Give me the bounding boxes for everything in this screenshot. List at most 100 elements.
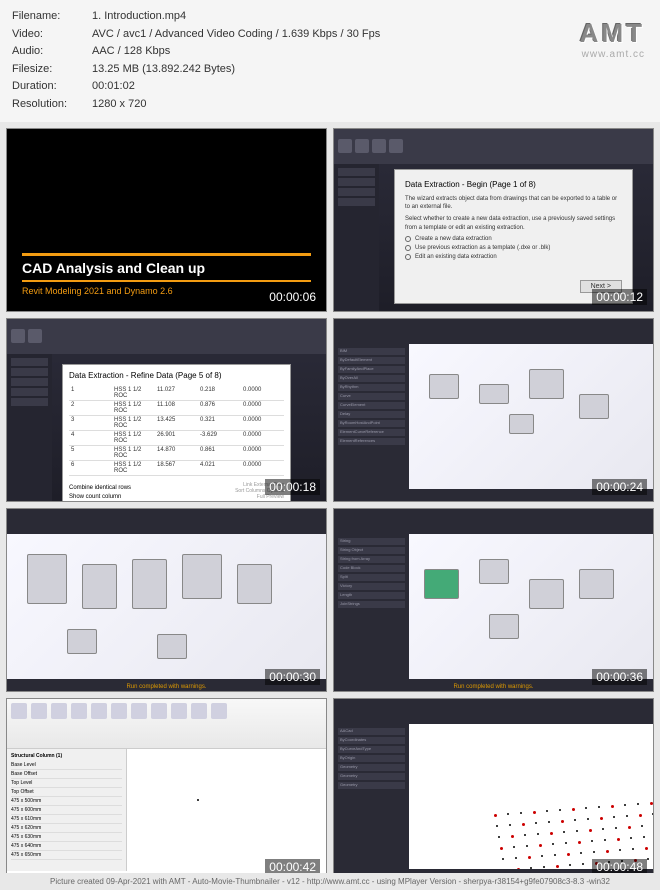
- warning-text: Run completed with warnings.: [126, 684, 206, 690]
- library-item[interactable]: AACad: [338, 728, 405, 735]
- dynamo-node[interactable]: [479, 384, 509, 404]
- library-item[interactable]: Code Block: [338, 565, 405, 572]
- dynamo-node[interactable]: [479, 559, 509, 584]
- library-item[interactable]: BIM: [338, 348, 405, 355]
- dynamo-node[interactable]: [237, 564, 272, 604]
- timestamp: 00:00:06: [265, 289, 320, 305]
- library-item[interactable]: Victory: [338, 583, 405, 590]
- dynamo-node[interactable]: [579, 569, 614, 599]
- property-item[interactable]: 475 x 610mm: [11, 815, 122, 824]
- grid-point: [522, 823, 525, 826]
- library-item[interactable]: ByDefaultElement: [338, 357, 405, 364]
- grid-point: [537, 833, 539, 835]
- thumbnail-5[interactable]: Run completed with warnings. 00:00:30: [6, 508, 327, 692]
- table-row[interactable]: 2HSS 1 1/2 ROC11.1080.8760.0000: [69, 401, 284, 416]
- table-cell: 1: [69, 387, 112, 399]
- library-item[interactable]: ByRoomHostAndPoint: [338, 420, 405, 427]
- property-item[interactable]: 475 x 640mm: [11, 842, 122, 851]
- thumbnail-1[interactable]: CAD Analysis and Clean up Revit Modeling…: [6, 128, 327, 312]
- thumbnail-8[interactable]: AACad ByCoordinates ByCurveAndType ByOrigin…: [333, 698, 654, 882]
- thumbnail-7[interactable]: Structural Column (1) Base LevelBase Off…: [6, 698, 327, 882]
- library-item[interactable]: ElementCurveReference: [338, 429, 405, 436]
- thumbnail-6[interactable]: String String Object String from Array Code…: [333, 508, 654, 692]
- library-item[interactable]: ByFamilyAndPlace: [338, 366, 405, 373]
- dynamo-node[interactable]: [67, 629, 97, 654]
- library-item[interactable]: ElementReferences: [338, 438, 405, 445]
- grid-point: [572, 808, 575, 811]
- dynamo-node[interactable]: [132, 559, 167, 609]
- ribbon-icon: [211, 703, 227, 719]
- dynamo-node[interactable]: [429, 374, 459, 399]
- dynamo-canvas[interactable]: [7, 534, 326, 681]
- library-item[interactable]: String from Array: [338, 556, 405, 563]
- table-row[interactable]: 4HSS 1 1/2 ROC26.901-3.6290.0000: [69, 431, 284, 446]
- checkbox-count[interactable]: Show count column: [69, 494, 131, 500]
- dynamo-node[interactable]: [509, 414, 534, 434]
- dynamo-node[interactable]: [82, 564, 117, 609]
- dynamo-node[interactable]: [579, 394, 609, 419]
- dynamo-canvas[interactable]: [409, 534, 653, 681]
- library-item[interactable]: Delay: [338, 411, 405, 418]
- radio-option-1[interactable]: Create a new data extraction: [405, 236, 622, 242]
- table-row[interactable]: 3HSS 1 1/2 ROC13.4250.3210.0000: [69, 416, 284, 431]
- property-item[interactable]: Base Level: [11, 761, 122, 770]
- library-item[interactable]: ByOrigin: [338, 755, 405, 762]
- library-item[interactable]: Curve: [338, 393, 405, 400]
- grid-point: [520, 812, 522, 814]
- library-item[interactable]: CurveElement: [338, 402, 405, 409]
- table-row[interactable]: 5HSS 1 1/2 ROC14.8700.8610.0000: [69, 446, 284, 461]
- dynamo-menubar: [334, 509, 653, 534]
- radio-option-2[interactable]: Use previous extraction as a template (.…: [405, 245, 622, 251]
- dynamo-node[interactable]: [157, 634, 187, 659]
- grid-point: [613, 816, 615, 818]
- check-label: Show count column: [69, 494, 121, 500]
- grid-point: [569, 864, 571, 866]
- library-item[interactable]: Geometry: [338, 773, 405, 780]
- library-item[interactable]: Geometry: [338, 782, 405, 789]
- checkbox-combine[interactable]: Combine identical rows: [69, 485, 131, 491]
- table-row[interactable]: 1HSS 1 1/2 ROC11.0270.2180.0000: [69, 386, 284, 401]
- library-item[interactable]: ByCoordinates: [338, 737, 405, 744]
- property-item[interactable]: 475 x 650mm: [11, 851, 122, 860]
- timestamp: 00:00:12: [592, 289, 647, 305]
- library-item[interactable]: String Object: [338, 547, 405, 554]
- property-item[interactable]: 475 x 630mm: [11, 833, 122, 842]
- thumbnail-4[interactable]: BIM ByDefaultElement ByFamilyAndPlace ByOve…: [333, 318, 654, 502]
- property-item[interactable]: 475 x 600mm: [11, 806, 122, 815]
- property-item[interactable]: Top Level: [11, 779, 122, 788]
- dynamo-node[interactable]: [529, 369, 564, 399]
- dynamo-canvas[interactable]: [409, 344, 653, 491]
- library-item[interactable]: Split: [338, 574, 405, 581]
- property-item[interactable]: Top Offset: [11, 788, 122, 797]
- dynamo-node[interactable]: [529, 579, 564, 609]
- property-item[interactable]: 475 x 620mm: [11, 824, 122, 833]
- radio-label: Edit an existing data extraction: [415, 254, 497, 260]
- grid-point: [563, 831, 565, 833]
- library-item[interactable]: String: [338, 538, 405, 545]
- dynamo-node[interactable]: [424, 569, 459, 599]
- library-item[interactable]: Geometry: [338, 764, 405, 771]
- library-item[interactable]: ByRhythm: [338, 384, 405, 391]
- thumbnail-3[interactable]: Data Extraction - Refine Data (Page 5 of…: [6, 318, 327, 502]
- property-item[interactable]: 475 x 500mm: [11, 797, 122, 806]
- ribbon-icon: [151, 703, 167, 719]
- library-item[interactable]: JoinStrings: [338, 601, 405, 608]
- dynamo-node[interactable]: [489, 614, 519, 639]
- grid-point: [602, 828, 604, 830]
- grid-point: [511, 835, 514, 838]
- dynamo-node[interactable]: [27, 554, 67, 604]
- thumbnail-2[interactable]: Data Extraction - Begin (Page 1 of 8) Th…: [333, 128, 654, 312]
- property-item[interactable]: Base Offset: [11, 770, 122, 779]
- grid-point: [578, 841, 581, 844]
- library-item[interactable]: Length: [338, 592, 405, 599]
- timestamp: 00:00:30: [265, 669, 320, 685]
- library-item[interactable]: ByOverAll: [338, 375, 405, 382]
- video-label: Video:: [12, 26, 92, 44]
- dynamo-library: BIM ByDefaultElement ByFamilyAndPlace ByOve…: [334, 344, 409, 489]
- dynamo-node[interactable]: [182, 554, 222, 599]
- radio-option-3[interactable]: Edit an existing data extraction: [405, 254, 622, 260]
- library-item[interactable]: ByCurveAndType: [338, 746, 405, 753]
- table-row[interactable]: 6HSS 1 1/2 ROC18.5674.0210.0000: [69, 461, 284, 476]
- dynamo-canvas[interactable]: [409, 724, 653, 871]
- revit-viewport[interactable]: [127, 749, 326, 871]
